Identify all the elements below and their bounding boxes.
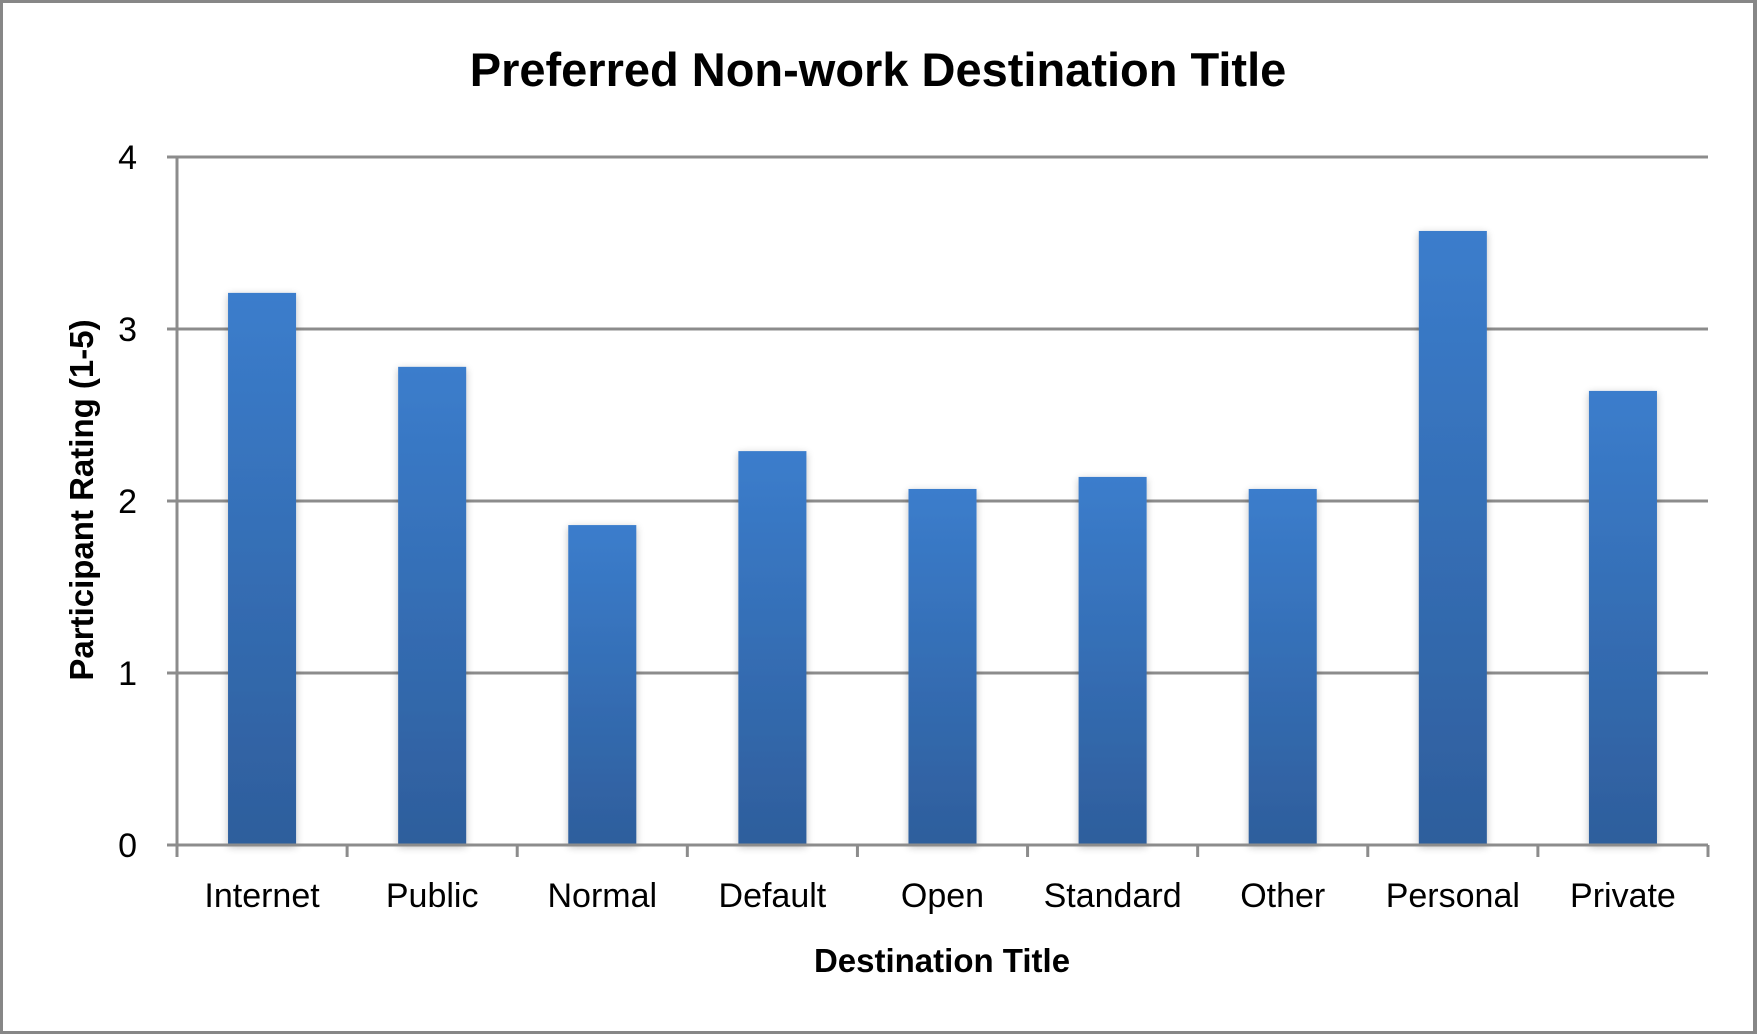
- x-tick-label: Default: [719, 877, 827, 915]
- bar-private: [1588, 390, 1657, 845]
- bar-internet: [228, 292, 297, 845]
- bar-default: [738, 451, 807, 845]
- x-tick-label: Standard: [1044, 877, 1182, 915]
- bar-public: [398, 366, 467, 845]
- x-tick-label: Other: [1240, 877, 1325, 915]
- y-axis-title: Participant Rating (1-5): [63, 319, 100, 680]
- bar-standard: [1078, 476, 1147, 845]
- y-tick-label: 2: [118, 483, 137, 521]
- y-tick-label: 4: [118, 139, 137, 177]
- bar-chart: Preferred Non-work Destination Title 0 1 2…: [63, 43, 1710, 979]
- x-tick-label: Open: [901, 877, 984, 915]
- chart-title: Preferred Non-work Destination Title: [470, 43, 1287, 96]
- bar-open: [908, 488, 977, 845]
- x-axis-title: Destination Title: [814, 942, 1070, 979]
- x-tick-label: Personal: [1386, 877, 1520, 915]
- bar-other: [1248, 488, 1317, 845]
- y-tick-label: 1: [118, 655, 137, 693]
- x-tick-label: Internet: [204, 877, 320, 915]
- y-tick-label: 3: [118, 311, 137, 349]
- y-tick-label: 0: [118, 827, 137, 865]
- bars: [228, 230, 1657, 845]
- x-tick-labels: Internet Public Normal Default Open Standard O…: [204, 877, 1675, 915]
- x-tick-label: Private: [1570, 877, 1676, 915]
- y-tick-labels: 0 1 2 3 4: [118, 139, 137, 865]
- x-tick-label: Normal: [547, 877, 657, 915]
- bar-normal: [568, 525, 637, 845]
- x-tick-label: Public: [386, 877, 479, 915]
- bar-personal: [1418, 230, 1487, 845]
